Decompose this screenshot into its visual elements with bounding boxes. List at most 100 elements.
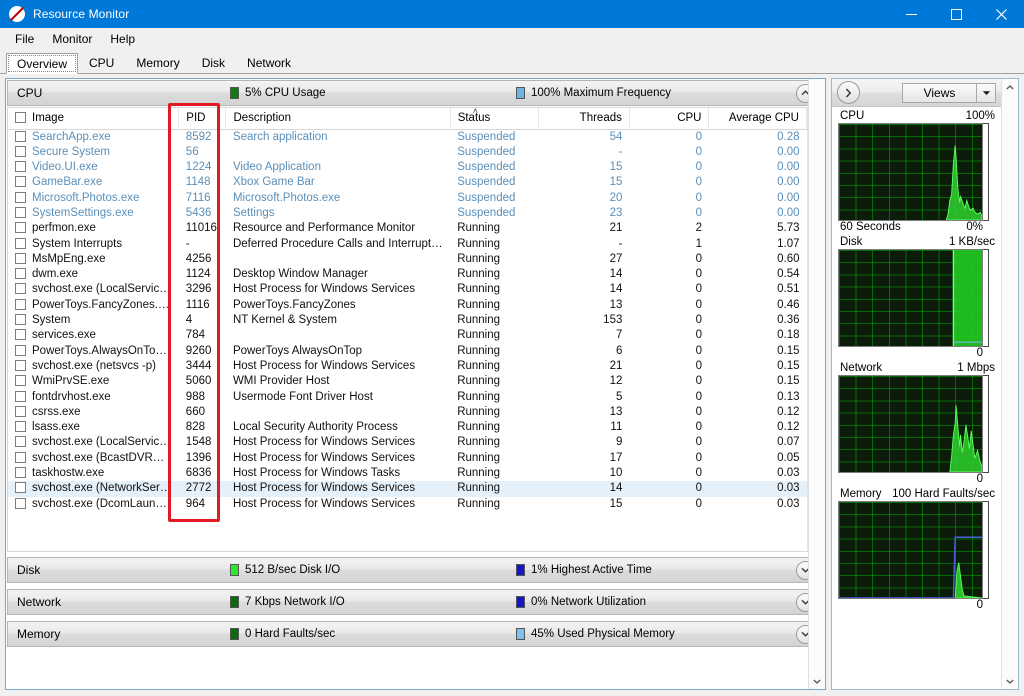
overview-scroll-down-button[interactable]	[809, 673, 825, 689]
table-row[interactable]: PowerToys.FancyZones.exe 1116 PowerToys.Fa…	[8, 298, 807, 313]
row-checkbox[interactable]	[15, 268, 26, 280]
cell-pid: 7116	[185, 191, 211, 204]
row-checkbox[interactable]	[15, 206, 26, 218]
graphs-scroll-down-button[interactable]	[1002, 673, 1018, 689]
tab-cpu[interactable]: CPU	[78, 52, 126, 73]
row-checkbox[interactable]	[15, 252, 26, 264]
table-row[interactable]: svchost.exe (netsvcs -p) 3444 Host Process…	[8, 359, 807, 374]
tab-network[interactable]: Network	[236, 52, 303, 73]
sort-ascending-icon: ˄	[472, 108, 478, 116]
row-checkbox[interactable]	[15, 191, 26, 203]
row-checkbox[interactable]	[15, 482, 26, 494]
row-checkbox[interactable]	[15, 375, 26, 387]
cell-threads: 14	[609, 283, 623, 296]
column-header-description[interactable]: Description	[225, 108, 451, 130]
row-checkbox[interactable]	[15, 237, 26, 249]
section-header-network[interactable]: Network 7 Kbps Network I/O 0% Network Ut…	[7, 589, 824, 616]
row-checkbox[interactable]	[15, 451, 26, 463]
menu-item-file[interactable]: File	[6, 30, 43, 48]
column-header-image[interactable]: Image	[8, 108, 180, 130]
row-checkbox[interactable]	[15, 283, 26, 295]
minimize-button[interactable]	[889, 0, 934, 28]
table-row[interactable]: PowerToys.AlwaysOnTop.exe 9260 PowerToys A…	[8, 344, 807, 359]
column-header-average-cpu[interactable]: Average CPU	[708, 108, 807, 130]
cell-average-cpu: 0.00	[777, 145, 800, 158]
views-button[interactable]: Views	[902, 82, 996, 103]
table-row[interactable]: csrss.exe 660 Running 13 0 0.12	[8, 405, 807, 420]
row-checkbox[interactable]	[15, 145, 26, 157]
table-row[interactable]: lsass.exe 828 Local Security Authority Pro…	[8, 420, 807, 435]
graphs-panel: Views CPU 100% 60 Seconds 0% Disk 1 KB/s…	[831, 78, 1019, 690]
menu-item-monitor[interactable]: Monitor	[43, 30, 101, 48]
row-checkbox[interactable]	[15, 344, 26, 356]
table-row[interactable]: taskhostw.exe 6836 Host Process for Window…	[8, 466, 807, 481]
column-header-cpu[interactable]: CPU	[629, 108, 710, 130]
row-checkbox[interactable]	[15, 421, 26, 433]
cell-cpu: 0	[695, 497, 702, 510]
table-row[interactable]: System 4 NT Kernel & System Running 153 0 0.36	[8, 313, 807, 328]
table-row[interactable]: svchost.exe (LocalServiceNet... 1548 Host …	[8, 435, 807, 450]
table-row[interactable]: WmiPrvSE.exe 5060 WMI Provider Host Running…	[8, 374, 807, 389]
table-row[interactable]: System Interrupts - Deferred Procedure Cal…	[8, 237, 807, 252]
table-row[interactable]: Microsoft.Photos.exe 7116 Microsoft.Photos…	[8, 191, 807, 206]
table-row[interactable]: Secure System 56 Suspended - 0 0.00	[8, 145, 807, 160]
tab-memory[interactable]: Memory	[125, 52, 191, 73]
row-checkbox[interactable]	[15, 497, 26, 509]
row-checkbox[interactable]	[15, 130, 26, 142]
row-checkbox[interactable]	[15, 359, 26, 371]
cell-status: Running	[457, 252, 501, 265]
row-checkbox[interactable]	[15, 314, 26, 326]
table-row[interactable]: fontdrvhost.exe 988 Usermode Font Driver H…	[8, 390, 807, 405]
close-button[interactable]	[979, 0, 1024, 28]
cell-cpu: 1	[695, 237, 702, 250]
table-row[interactable]: services.exe 784 Running 7 0 0.18	[8, 328, 807, 343]
select-all-checkbox[interactable]	[15, 112, 26, 124]
table-row[interactable]: svchost.exe (BcastDVRUserS... 1396 Host Pr…	[8, 451, 807, 466]
column-header-status[interactable]: ˄ Status	[450, 108, 539, 130]
table-row[interactable]: svchost.exe (DcomLaunch -p) 964 Host Proce…	[8, 497, 807, 512]
table-row[interactable]: SystemSettings.exe 5436 Settings Suspended 2…	[8, 206, 807, 221]
cell-description: Host Process for Windows Services	[232, 283, 416, 296]
overview-pane-scrollbar[interactable]	[808, 79, 825, 689]
row-checkbox[interactable]	[15, 436, 26, 448]
maximize-button[interactable]	[934, 0, 979, 28]
section-header-disk[interactable]: Disk 512 B/sec Disk I/O 1% Highest Activ…	[7, 557, 824, 584]
cell-image: services.exe	[8, 328, 179, 343]
disk-io-metric: 512 B/sec Disk I/O	[230, 564, 340, 577]
graphs-scroll-up-button[interactable]	[1002, 79, 1018, 95]
section-header-memory[interactable]: Memory 0 Hard Faults/sec 45% Used Physic…	[7, 621, 824, 648]
cell-cpu: 0	[695, 298, 702, 311]
overview-sections: CPU 5% CPU Usage 100% Maximum Frequency	[6, 79, 825, 689]
tab-disk[interactable]: Disk	[190, 52, 237, 73]
table-row[interactable]: Video.UI.exe 1224 Video Application Suspend…	[8, 160, 807, 175]
table-row[interactable]: svchost.exe (LocalServiceNo... 3296 Host P…	[8, 282, 807, 297]
table-row[interactable]: dwm.exe 1124 Desktop Window Manager Running…	[8, 267, 807, 282]
row-checkbox[interactable]	[15, 176, 26, 188]
row-checkbox[interactable]	[15, 222, 26, 234]
table-row[interactable]: MsMpEng.exe 4256 Running 27 0 0.60	[8, 252, 807, 267]
chevron-right-icon[interactable]	[837, 81, 860, 104]
section-header-cpu[interactable]: CPU 5% CPU Usage 100% Maximum Frequency	[7, 80, 824, 106]
row-checkbox[interactable]	[15, 329, 26, 341]
table-row[interactable]: perfmon.exe 11016 Resource and Performance…	[8, 221, 807, 236]
memory-hard-faults-swatch	[230, 628, 239, 641]
column-header-pid[interactable]: PID	[178, 108, 227, 130]
overview-scrollbar-track[interactable]	[809, 79, 825, 673]
chevron-down-icon[interactable]	[977, 90, 995, 96]
table-row[interactable]: SearchApp.exe 8592 Search application Suspe…	[8, 129, 807, 145]
cell-description: Deferred Procedure Calls and Interrupt S…	[232, 237, 451, 250]
tab-overview[interactable]: Overview	[6, 53, 79, 74]
row-checkbox[interactable]	[15, 161, 26, 173]
row-checkbox[interactable]	[15, 467, 26, 479]
graphs-scrollbar-track[interactable]	[1002, 95, 1018, 673]
table-row[interactable]: GameBar.exe 1148 Xbox Game Bar Suspended 15 0…	[8, 175, 807, 190]
row-checkbox[interactable]	[15, 405, 26, 417]
graphs-panel-scrollbar[interactable]	[1001, 79, 1018, 689]
row-checkbox[interactable]	[15, 390, 26, 402]
column-header-threads[interactable]: Threads	[538, 108, 630, 130]
row-checkbox[interactable]	[15, 298, 26, 310]
table-row[interactable]: svchost.exe (NetworkService... 2772 Host P…	[8, 481, 807, 497]
menu-item-help[interactable]: Help	[101, 30, 144, 48]
title-bar: Resource Monitor	[0, 0, 1024, 28]
cell-pid: 3444	[185, 359, 212, 372]
